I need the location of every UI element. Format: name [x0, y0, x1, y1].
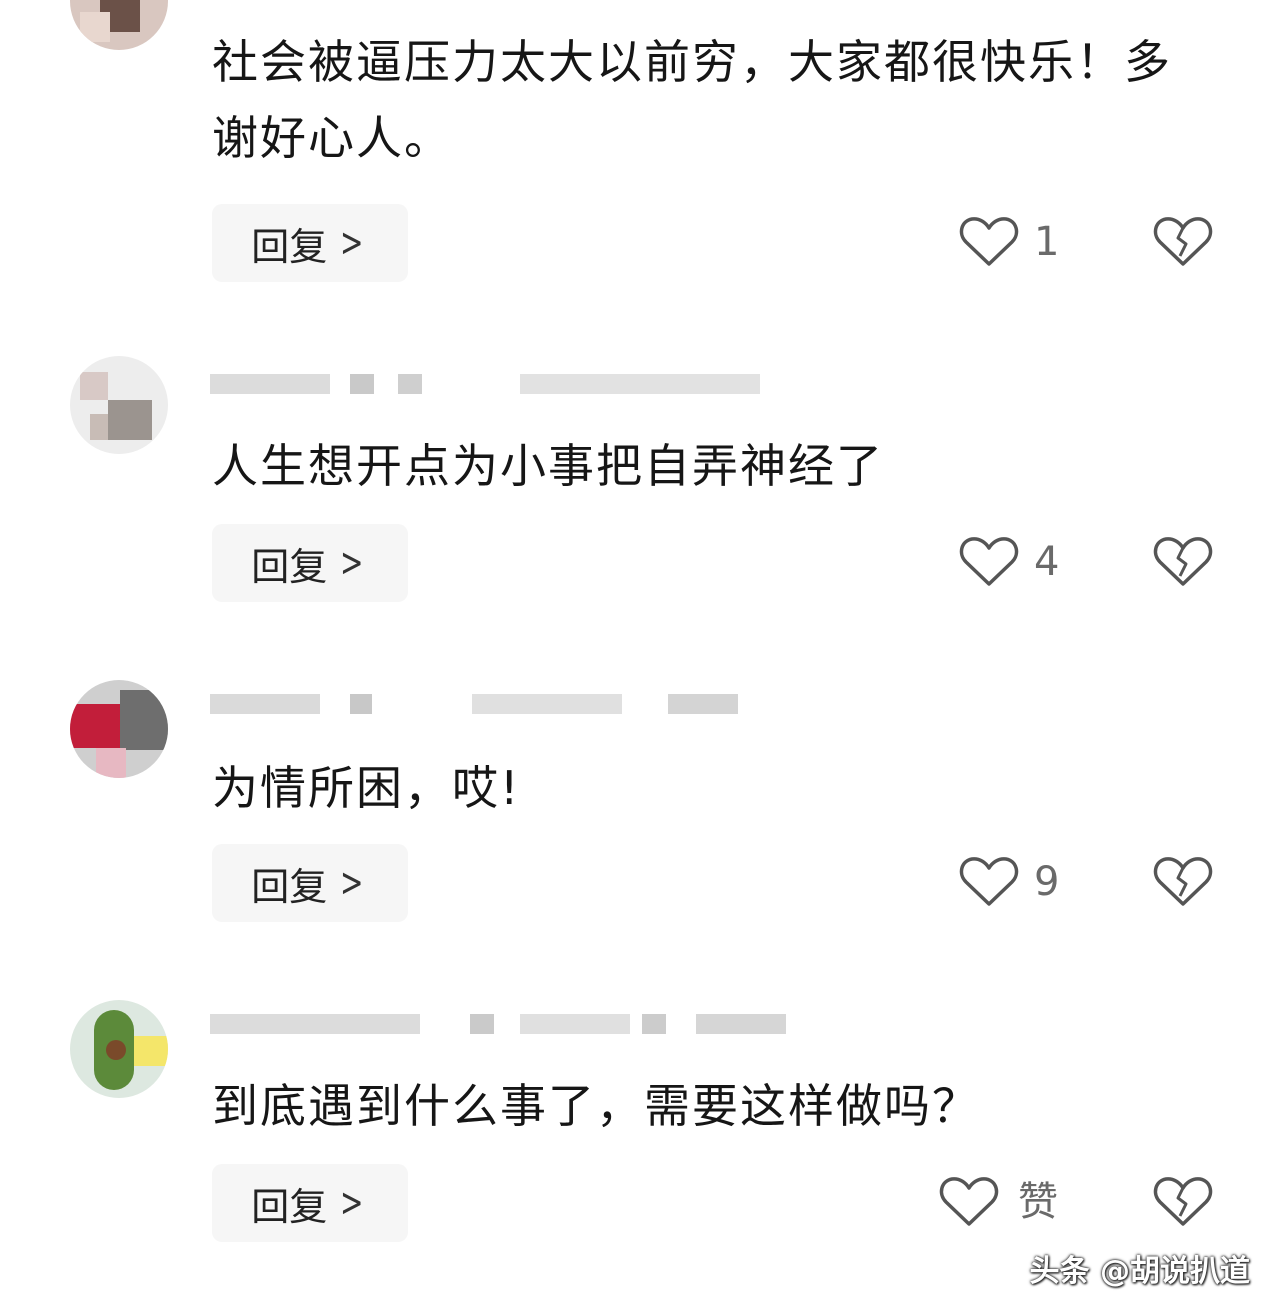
like-count: 9	[1034, 859, 1060, 905]
avatar[interactable]	[70, 1000, 168, 1098]
broken-heart-icon[interactable]	[1152, 1174, 1214, 1230]
reply-label: 回复	[251, 1184, 328, 1229]
reply-button[interactable]: 回复 >	[212, 524, 408, 602]
reply-label: 回复	[251, 224, 328, 269]
chevron-right-icon: >	[340, 540, 364, 586]
reply-button[interactable]: 回复 >	[212, 1164, 408, 1242]
heart-outline-icon[interactable]	[958, 854, 1020, 910]
reply-button[interactable]: 回复 >	[212, 204, 408, 282]
heart-outline-icon[interactable]	[958, 214, 1020, 270]
like-count: 1	[1034, 219, 1060, 265]
comment-text: 为情所困，哎!	[212, 761, 521, 815]
username-blurred[interactable]	[210, 1008, 790, 1042]
watermark: 头条 @胡说扒道	[1029, 1254, 1250, 1289]
comment-text: 社会被逼压力太大以前穷，大家都很快乐！多谢好心人。	[212, 35, 1172, 165]
chevron-right-icon: >	[340, 1180, 364, 1226]
chevron-right-icon: >	[340, 220, 364, 266]
broken-heart-icon[interactable]	[1152, 854, 1214, 910]
username-blurred[interactable]	[210, 368, 790, 402]
comment-text: 人生想开点为小事把自弄神经了	[212, 439, 884, 493]
reply-label: 回复	[251, 544, 328, 589]
comment-text: 到底遇到什么事了，需要这样做吗？	[212, 1079, 980, 1133]
avatar[interactable]	[70, 680, 168, 778]
username-blurred[interactable]	[210, 688, 790, 722]
chevron-right-icon: >	[340, 860, 364, 906]
avatar[interactable]	[70, 356, 168, 454]
like-count: 4	[1034, 539, 1060, 585]
heart-outline-icon[interactable]	[958, 534, 1020, 590]
reply-button[interactable]: 回复 >	[212, 844, 408, 922]
heart-outline-icon[interactable]	[938, 1174, 1000, 1230]
broken-heart-icon[interactable]	[1152, 534, 1214, 590]
avatar[interactable]	[70, 0, 168, 50]
reply-label: 回复	[251, 864, 328, 909]
broken-heart-icon[interactable]	[1152, 214, 1214, 270]
like-label: 赞	[1018, 1179, 1058, 1225]
